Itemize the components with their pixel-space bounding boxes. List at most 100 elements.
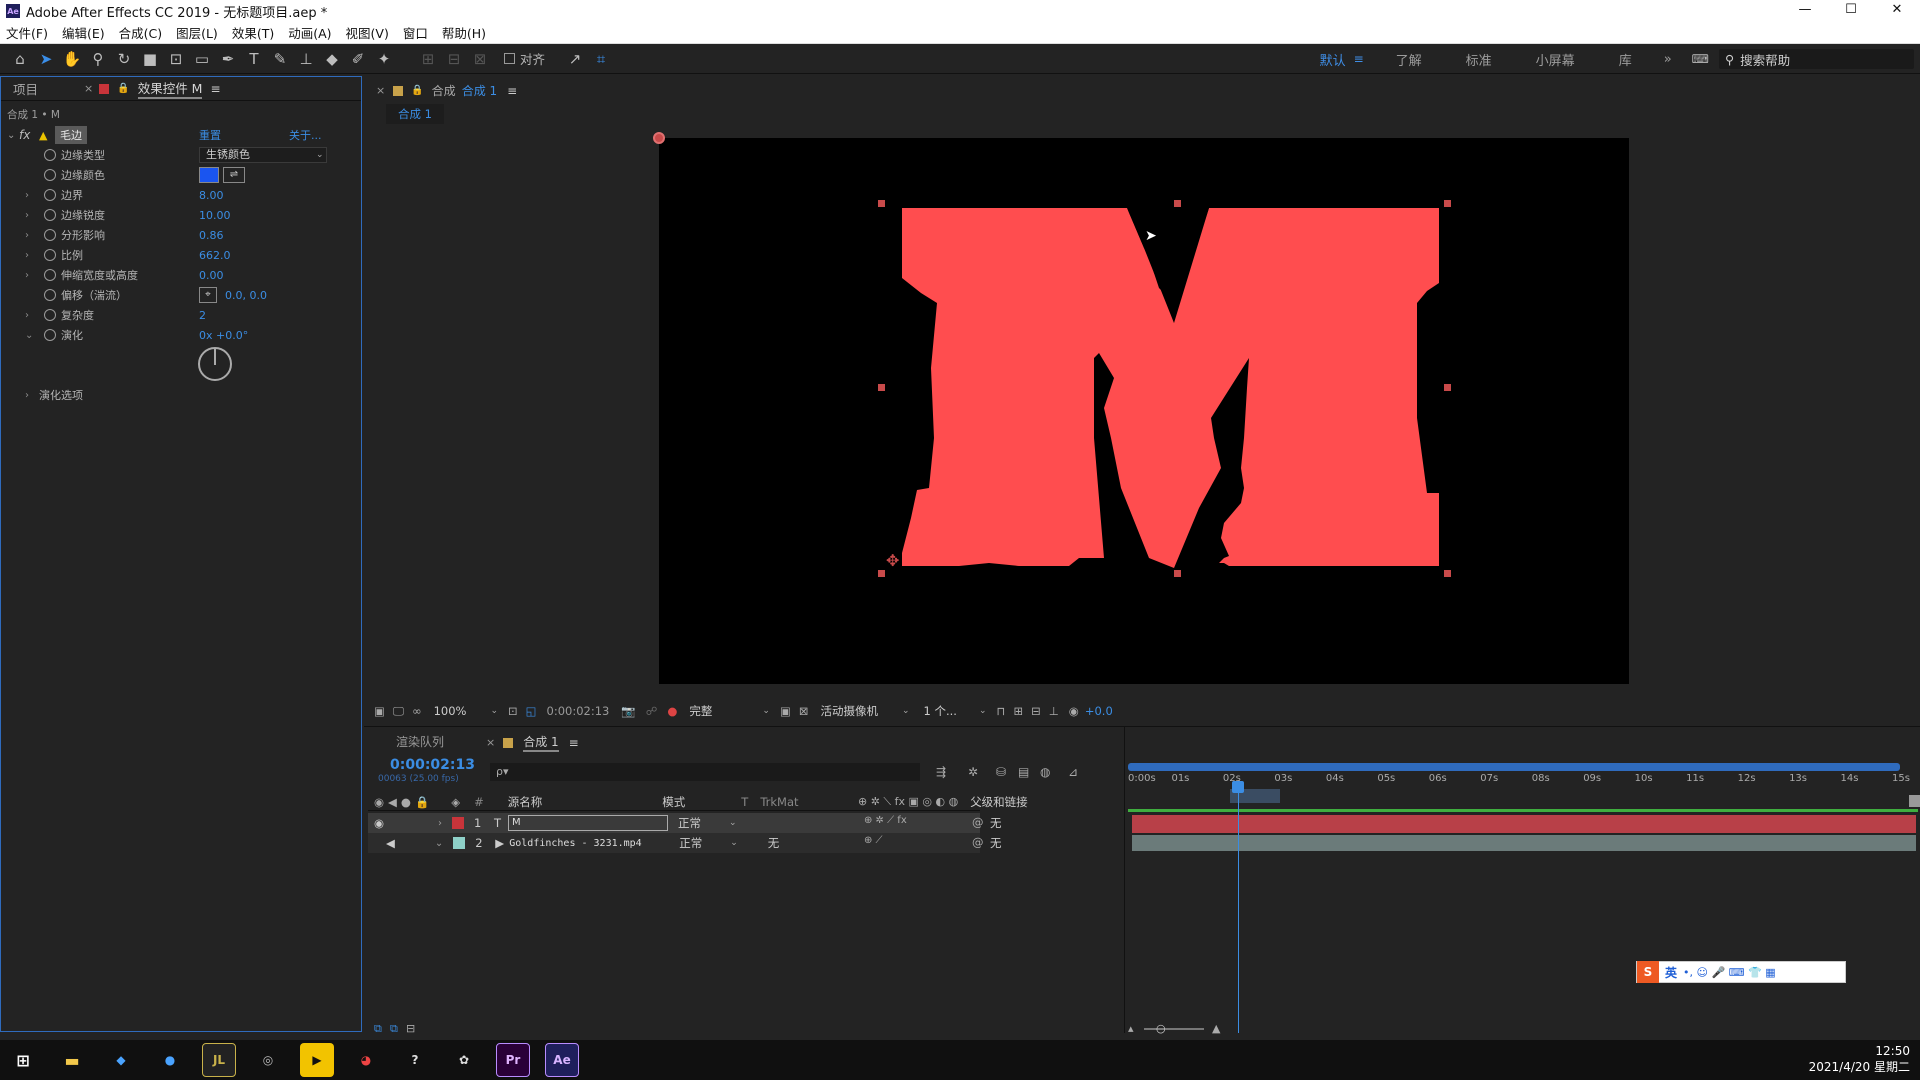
stopwatch-icon[interactable] <box>44 169 56 181</box>
keyboard-icon[interactable]: ⌨ <box>1692 52 1709 66</box>
letter-m-layer[interactable] <box>659 138 1629 684</box>
layer-bar-m[interactable] <box>1132 815 1916 833</box>
zoom-slider[interactable] <box>1144 1028 1204 1030</box>
pickwhip-icon[interactable]: @ <box>972 835 984 849</box>
comp-tab-name[interactable]: 合成 1 <box>462 82 497 99</box>
composition-viewer[interactable]: ✥ ➤ <box>653 132 1629 684</box>
fast-previews-icon[interactable]: ⊞ <box>1013 704 1023 718</box>
comp-mini-flowchart-icon[interactable]: ⇶ <box>936 765 946 779</box>
transform-handle[interactable] <box>878 570 885 577</box>
frame-blending-icon[interactable]: ▤ <box>1018 765 1029 779</box>
fit-icon[interactable]: ⊡ <box>508 704 518 718</box>
chevron-right-icon[interactable]: › <box>25 190 29 201</box>
motion-blur-icon[interactable]: ◍ <box>1040 765 1050 779</box>
stopwatch-icon[interactable] <box>44 149 56 161</box>
layer-mode-dropdown[interactable]: 正常 <box>678 815 701 831</box>
transform-handle[interactable] <box>1444 570 1451 577</box>
close-tab-icon[interactable]: × <box>486 736 495 749</box>
current-time-display[interactable]: 0:00:02:13 <box>547 704 610 718</box>
layer-name-field[interactable]: M <box>508 815 669 831</box>
axis-world-icon[interactable]: ⊟ <box>442 47 466 71</box>
snap-icon[interactable]: ↗ <box>563 47 587 71</box>
playhead-line[interactable] <box>1238 787 1239 1033</box>
mask-icon[interactable]: ∞ <box>412 704 422 718</box>
about-link[interactable]: 关于... <box>289 127 322 143</box>
show-snapshot-icon[interactable]: ☍ <box>646 704 658 718</box>
solo-icon[interactable]: ● <box>401 795 411 809</box>
effect-name[interactable]: 毛边 <box>55 126 87 144</box>
chevron-down-icon[interactable]: ⌄ <box>435 838 443 849</box>
qq-icon[interactable]: ● <box>153 1043 187 1077</box>
in-out-toggle-icon[interactable]: ⊟ <box>406 1022 415 1035</box>
hand-tool-icon[interactable]: ✋ <box>60 47 84 71</box>
anchor-point-icon[interactable]: ✥ <box>886 551 899 570</box>
prop-value[interactable]: 10.00 <box>199 209 231 222</box>
transform-handle[interactable] <box>1444 384 1451 391</box>
close-tab-icon[interactable]: × <box>376 84 385 97</box>
graph-editor-icon[interactable]: ⊿ <box>1068 765 1078 779</box>
stopwatch-icon[interactable] <box>44 309 56 321</box>
chevron-right-icon[interactable]: › <box>25 230 29 241</box>
windows-start-icon[interactable]: ⊞ <box>6 1043 40 1077</box>
modes-toggle-icon[interactable]: ⧉ <box>390 1022 398 1036</box>
panel-menu-icon[interactable]: ≡ <box>210 82 220 96</box>
color-channel-icon[interactable]: ● <box>667 704 677 718</box>
search-help-field[interactable]: ⚲ 搜索帮助 <box>1719 49 1914 69</box>
toggle-pixel-aspect-icon[interactable]: ⊓ <box>997 704 1006 718</box>
puzzle-icon[interactable]: ✿ <box>447 1043 481 1077</box>
letter-m-shape[interactable] <box>902 208 1439 568</box>
work-area-bar[interactable] <box>1128 763 1900 771</box>
pan-behind-tool-icon[interactable]: ⊡ <box>164 47 188 71</box>
prop-value[interactable]: 0.0, 0.0 <box>225 289 267 302</box>
app-icon[interactable]: ◎ <box>251 1043 285 1077</box>
edge-color-swatch[interactable] <box>199 167 219 183</box>
snapshot-icon[interactable]: 📷 <box>621 704 635 718</box>
layer-bar-footage[interactable] <box>1132 835 1916 851</box>
puppet-tool-icon[interactable]: ✦ <box>372 47 396 71</box>
roto-brush-tool-icon[interactable]: ✐ <box>346 47 370 71</box>
parent-header[interactable]: 父级和链接 <box>970 794 1028 810</box>
parent-dropdown[interactable]: 无 <box>990 835 1002 851</box>
chevron-right-icon[interactable]: › <box>25 210 29 221</box>
prop-value[interactable]: 0.86 <box>199 229 224 242</box>
pickwhip-icon[interactable]: @ <box>972 815 984 829</box>
anchor-marker-icon[interactable] <box>653 132 665 144</box>
parent-dropdown[interactable]: 无 <box>990 815 1002 831</box>
stopwatch-icon[interactable] <box>44 189 56 201</box>
file-explorer-icon[interactable]: ▬ <box>55 1043 89 1077</box>
workspace-menu-icon[interactable]: ≡ <box>1354 52 1364 66</box>
stopwatch-icon[interactable] <box>44 289 56 301</box>
rotate-tool-icon[interactable]: ↻ <box>112 47 136 71</box>
eraser-tool-icon[interactable]: ◆ <box>320 47 344 71</box>
timeline-icon[interactable]: ⊟ <box>1031 704 1041 718</box>
transform-handle[interactable] <box>878 384 885 391</box>
align-checkbox[interactable]: 对齐 <box>504 49 545 68</box>
playhead-handle[interactable] <box>1232 781 1244 793</box>
transform-handle[interactable] <box>878 200 885 207</box>
menu-window[interactable]: 窗口 <box>403 23 428 42</box>
zoom-out-icon[interactable]: ▴ <box>1128 1022 1134 1035</box>
lock-icon[interactable]: 🔒 <box>117 83 129 94</box>
zoom-dropdown[interactable]: 100% <box>434 704 467 718</box>
axis-local-icon[interactable]: ⊞ <box>416 47 440 71</box>
workspace-libraries[interactable]: 库 <box>1619 50 1632 69</box>
comp-subtab[interactable]: 合成 1 <box>386 104 444 124</box>
trkmat-dropdown[interactable]: 无 <box>768 835 780 851</box>
grid-icon[interactable]: ◱ <box>526 704 537 718</box>
prop-value[interactable]: 2 <box>199 309 206 322</box>
camera-dropdown[interactable]: 活动摄像机 <box>820 703 878 719</box>
menu-view[interactable]: 视图(V) <box>346 23 389 42</box>
chevron-right-icon[interactable]: › <box>25 310 29 321</box>
sogou-logo-icon[interactable]: S <box>1637 961 1659 983</box>
audio-icon[interactable]: ◀ <box>386 836 395 850</box>
menu-animation[interactable]: 动画(A) <box>288 23 331 42</box>
draft-3d-icon[interactable]: ✲ <box>968 765 978 779</box>
chevron-right-icon[interactable]: › <box>438 818 442 829</box>
panel-menu-icon[interactable]: ≡ <box>569 736 579 750</box>
monitor-icon[interactable]: 🖵 <box>393 704 404 719</box>
resolution-dropdown[interactable]: 完整 <box>689 703 712 719</box>
label-icon[interactable]: ◈ <box>451 795 460 809</box>
stopwatch-icon[interactable] <box>44 329 56 341</box>
tab-effect-controls[interactable]: 效果控件 M <box>137 78 203 99</box>
zoom-in-icon[interactable]: ▲ <box>1212 1022 1220 1035</box>
